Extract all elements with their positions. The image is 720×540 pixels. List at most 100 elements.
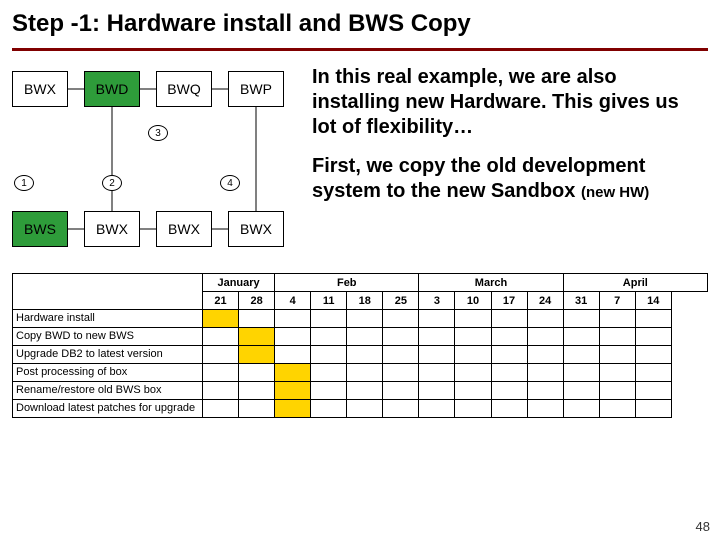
week-header: 28 — [239, 292, 275, 310]
timeline-table: JanuaryFebMarchApril 2128411182531017243… — [12, 273, 708, 418]
step-badge-2: 2 — [102, 175, 122, 191]
gantt-cell — [239, 400, 275, 418]
week-header: 10 — [455, 292, 491, 310]
gantt-cell — [491, 382, 527, 400]
gantt-cell — [599, 382, 635, 400]
gantt-cell — [599, 328, 635, 346]
gantt-cell — [239, 328, 275, 346]
gantt-cell — [455, 310, 491, 328]
gantt-cell — [491, 400, 527, 418]
gantt-cell — [311, 328, 347, 346]
month-header: April — [563, 274, 707, 292]
gantt-cell — [275, 328, 311, 346]
gantt-cell — [455, 328, 491, 346]
gantt-cell — [203, 346, 239, 364]
system-box-bottom-3: BWX — [228, 211, 284, 247]
gantt-cell — [419, 346, 455, 364]
gantt-cell — [311, 364, 347, 382]
gantt-cell — [527, 364, 563, 382]
task-label: Rename/restore old BWS box — [13, 382, 203, 400]
gantt-cell — [455, 400, 491, 418]
month-header: March — [419, 274, 563, 292]
week-header: 4 — [275, 292, 311, 310]
task-header — [13, 274, 203, 310]
step-badge-4: 4 — [220, 175, 240, 191]
system-box-bottom-2: BWX — [156, 211, 212, 247]
gantt-cell — [383, 346, 419, 364]
gantt-cell — [275, 400, 311, 418]
gantt-cell — [203, 400, 239, 418]
month-header: January — [203, 274, 275, 292]
task-label: Post processing of box — [13, 364, 203, 382]
week-header: 11 — [311, 292, 347, 310]
gantt-cell — [491, 364, 527, 382]
gantt-cell — [311, 310, 347, 328]
gantt-cell — [347, 346, 383, 364]
gantt-cell — [203, 382, 239, 400]
week-header: 17 — [491, 292, 527, 310]
paragraph-1: In this real example, we are also instal… — [312, 65, 708, 140]
gantt-cell — [347, 364, 383, 382]
gantt-cell — [527, 382, 563, 400]
gantt-cell — [419, 310, 455, 328]
gantt-cell — [635, 346, 671, 364]
gantt-cell — [311, 400, 347, 418]
week-header: 25 — [383, 292, 419, 310]
page-title: Step -1: Hardware install and BWS Copy — [12, 10, 708, 38]
gantt-cell — [275, 346, 311, 364]
gantt-cell — [599, 346, 635, 364]
gantt-cell — [491, 310, 527, 328]
gantt-cell — [239, 310, 275, 328]
gantt-cell — [347, 400, 383, 418]
gantt-cell — [383, 364, 419, 382]
gantt-cell — [599, 400, 635, 418]
gantt-cell — [383, 328, 419, 346]
week-header: 24 — [527, 292, 563, 310]
step-badge-1: 1 — [14, 175, 34, 191]
gantt-cell — [239, 382, 275, 400]
gantt-cell — [635, 310, 671, 328]
gantt-cell — [563, 382, 599, 400]
gantt-cell — [311, 382, 347, 400]
gantt-cell — [203, 328, 239, 346]
explanatory-text: In this real example, we are also instal… — [312, 65, 708, 265]
week-header: 7 — [599, 292, 635, 310]
gantt-cell — [635, 328, 671, 346]
gantt-cell — [563, 400, 599, 418]
week-header: 14 — [635, 292, 671, 310]
task-label: Copy BWD to new BWS — [13, 328, 203, 346]
gantt-cell — [203, 310, 239, 328]
gantt-cell — [383, 310, 419, 328]
gantt-cell — [311, 346, 347, 364]
gantt-cell — [203, 364, 239, 382]
system-box-top-bwp: BWP — [228, 71, 284, 107]
gantt-cell — [635, 400, 671, 418]
week-header: 21 — [203, 292, 239, 310]
task-label: Upgrade DB2 to latest version — [13, 346, 203, 364]
week-header: 18 — [347, 292, 383, 310]
gantt-cell — [635, 364, 671, 382]
gantt-cell — [563, 346, 599, 364]
system-box-bottom-1: BWX — [84, 211, 140, 247]
page-number: 48 — [696, 519, 710, 534]
gantt-cell — [563, 310, 599, 328]
gantt-cell — [347, 382, 383, 400]
month-header: Feb — [275, 274, 419, 292]
gantt-cell — [383, 382, 419, 400]
gantt-cell — [527, 328, 563, 346]
system-box-top-bwd: BWD — [84, 71, 140, 107]
gantt-cell — [239, 364, 275, 382]
gantt-cell — [455, 364, 491, 382]
gantt-cell — [455, 346, 491, 364]
paragraph-2: First, we copy the old development syste… — [312, 154, 708, 204]
gantt-cell — [275, 364, 311, 382]
gantt-cell — [419, 364, 455, 382]
gantt-cell — [527, 400, 563, 418]
gantt-cell — [635, 382, 671, 400]
gantt-cell — [347, 310, 383, 328]
week-header: 31 — [563, 292, 599, 310]
system-box-top-bwq: BWQ — [156, 71, 212, 107]
gantt-cell — [563, 364, 599, 382]
gantt-cell — [491, 346, 527, 364]
gantt-cell — [455, 382, 491, 400]
